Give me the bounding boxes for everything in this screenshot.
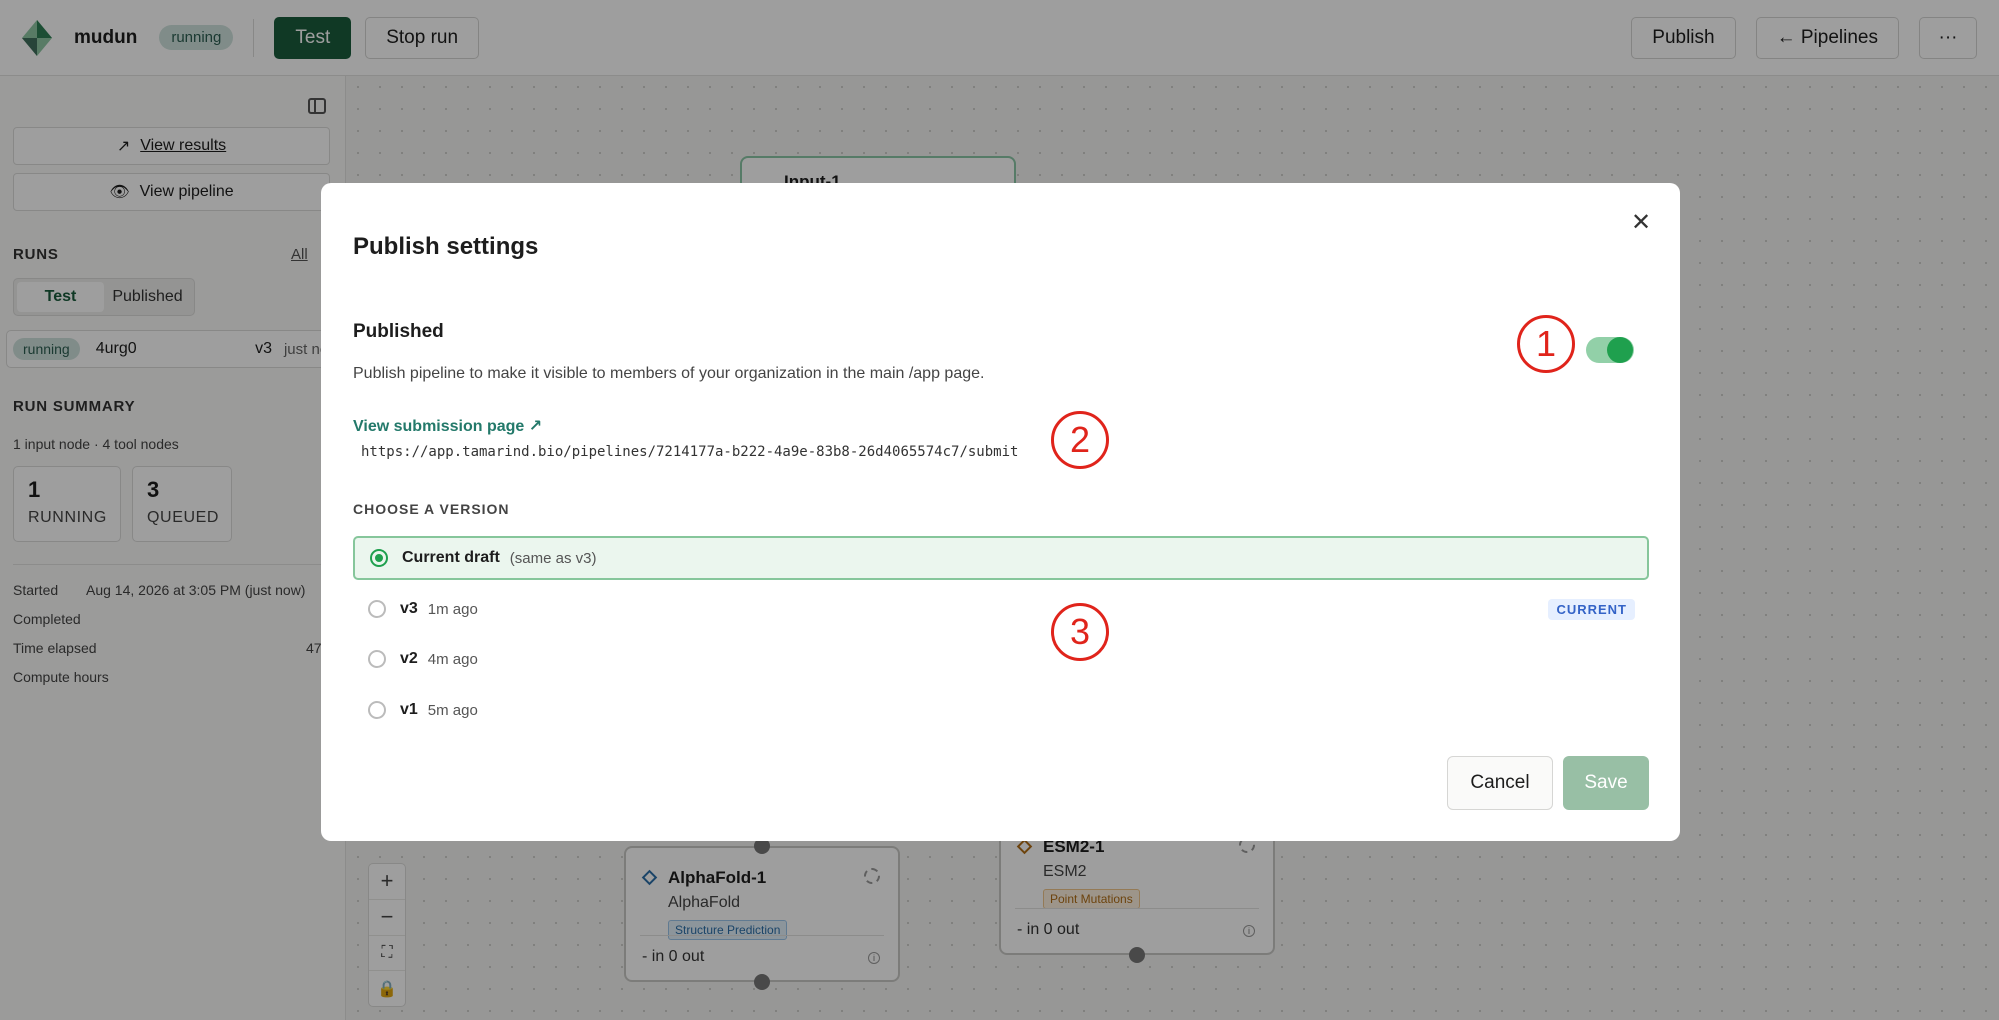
radio[interactable]: [368, 650, 386, 668]
published-toggle[interactable]: [1586, 337, 1634, 363]
version-name: Current draft: [402, 549, 500, 566]
published-description: Publish pipeline to make it visible to m…: [353, 365, 985, 382]
version-meta: 1m ago: [427, 600, 478, 618]
annotation-marker-1: 1: [1517, 315, 1575, 373]
version-meta: 5m ago: [427, 701, 478, 719]
current-badge: CURRENT: [1548, 598, 1635, 620]
submission-url[interactable]: https://app.tamarind.bio/pipelines/72141…: [361, 444, 1018, 460]
version-name: v3: [400, 600, 418, 617]
view-submission-page-link[interactable]: View submission page ↗: [353, 416, 542, 436]
version-option-v1[interactable]: v1 5m ago: [353, 688, 1649, 732]
radio[interactable]: [368, 600, 386, 618]
toggle-knob: [1607, 337, 1633, 363]
version-name: v2: [400, 650, 418, 667]
annotation-marker-2: 2: [1051, 411, 1109, 469]
save-button[interactable]: Save: [1563, 756, 1649, 810]
publish-settings-dialog: Publish settings ✕ Published Publish pip…: [321, 183, 1680, 841]
dialog-title: Publish settings: [353, 233, 539, 260]
published-label: Published: [353, 321, 444, 342]
annotation-marker-3: 3: [1051, 603, 1109, 661]
version-meta: (same as v3): [509, 549, 597, 567]
version-meta: 4m ago: [427, 650, 478, 668]
version-option-v3[interactable]: v3 1m ago CURRENT: [353, 587, 1649, 631]
close-icon[interactable]: ✕: [1629, 211, 1653, 235]
version-option-v2[interactable]: v2 4m ago: [353, 637, 1649, 681]
version-name: v1: [400, 701, 418, 718]
cancel-button[interactable]: Cancel: [1447, 756, 1553, 810]
version-option-current-draft[interactable]: Current draft (same as v3): [353, 536, 1649, 580]
choose-version-heading: CHOOSE A VERSION: [353, 501, 510, 517]
radio-selected[interactable]: [370, 549, 388, 567]
radio[interactable]: [368, 701, 386, 719]
